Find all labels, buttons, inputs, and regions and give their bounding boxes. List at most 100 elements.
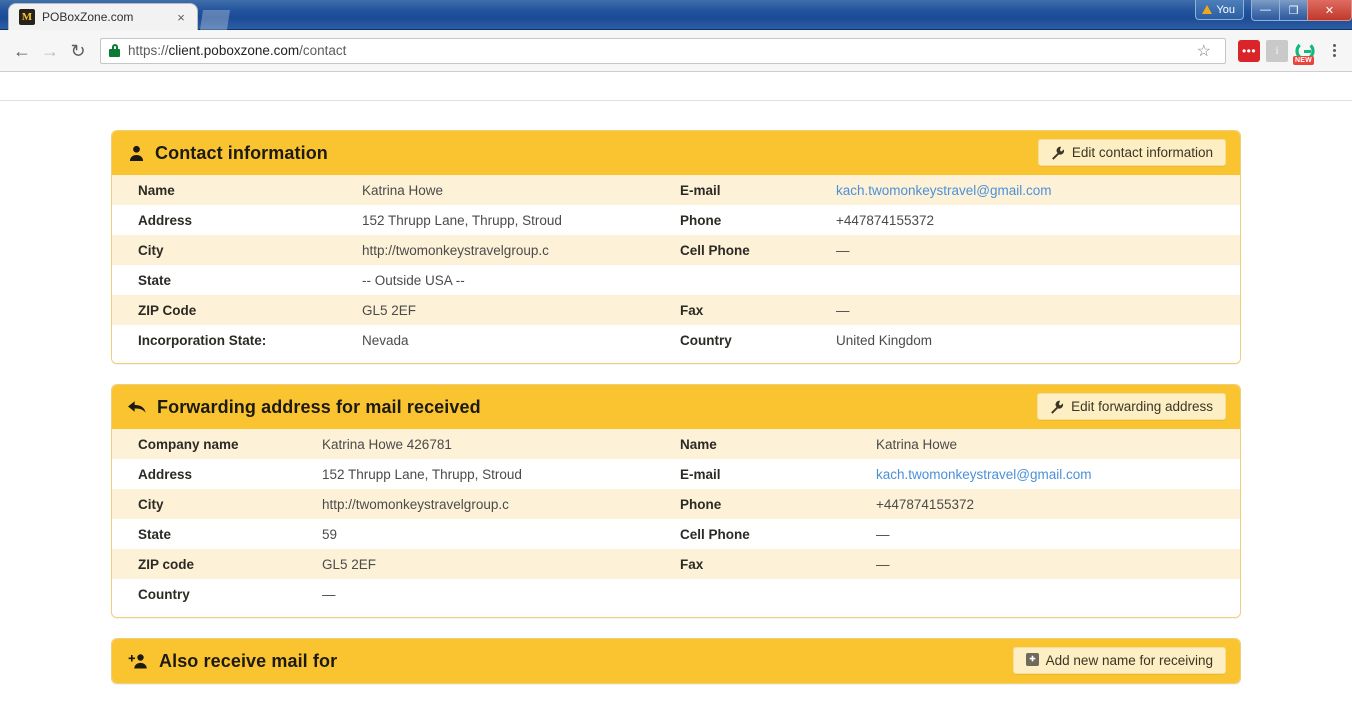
table-row — [676, 579, 1240, 609]
row-label: ZIP Code — [138, 302, 197, 318]
profile-button[interactable]: You — [1195, 0, 1244, 20]
panel-contact-information: Contact information Edit contact informa… — [111, 130, 1241, 364]
row-value: — — [876, 526, 890, 542]
table-row — [676, 265, 1240, 295]
grammarly-extension-icon[interactable]: NEW — [1293, 40, 1316, 65]
row-label: ZIP code — [138, 556, 195, 572]
page-title: Forwarding address for mail received — [157, 396, 481, 417]
row-label: Name — [680, 436, 717, 452]
new-badge: NEW — [1293, 55, 1314, 65]
page-viewport: Contact information Edit contact informa… — [0, 72, 1352, 706]
panel-forwarding-address: Forwarding address for mail received Edi… — [111, 384, 1241, 618]
wrench-icon — [1051, 146, 1065, 160]
row-label: Company name — [138, 436, 239, 452]
tab-title: POBoxZone.com — [42, 10, 134, 24]
browser-tab[interactable]: M POBoxZone.com × — [8, 3, 198, 30]
close-tab-icon[interactable]: × — [173, 9, 189, 25]
row-label: Name — [138, 182, 175, 198]
edit-forwarding-address-button[interactable]: Edit forwarding address — [1037, 393, 1226, 420]
left-column: Company name Katrina Howe 426781 Address 15… — [112, 429, 676, 609]
warning-triangle-icon — [1202, 5, 1213, 14]
table-row: Phone +447874155372 — [676, 205, 1240, 235]
window-controls: You — ❐ ✕ — [1195, 0, 1352, 22]
row-value: GL5 2EF — [322, 556, 377, 572]
user-plus-icon — [128, 653, 149, 670]
add-new-name-label: Add new name for receiving — [1045, 653, 1213, 668]
row-label: E-mail — [680, 182, 721, 198]
forward-icon: → — [41, 40, 59, 61]
page-title: Contact information — [155, 142, 328, 163]
row-value: Nevada — [362, 332, 409, 348]
row-value: http://twomonkeystravelgroup.c — [322, 496, 509, 512]
row-label: Address — [138, 212, 193, 228]
row-label: Phone — [680, 212, 722, 228]
favicon-icon: M — [19, 9, 35, 25]
row-value: Katrina Howe 426781 — [322, 436, 452, 452]
info-extension-icon[interactable]: i — [1266, 39, 1288, 62]
table-row: Name Katrina Howe — [112, 175, 676, 205]
panel-body: Name Katrina Howe Address 152 Thrupp Lane, … — [112, 175, 1240, 355]
row-value: http://twomonkeystravelgroup.c — [362, 242, 549, 258]
table-row: Phone +447874155372 — [676, 489, 1240, 519]
reload-icon[interactable]: ↻ — [64, 37, 92, 65]
panel-header: Forwarding address for mail received Edi… — [112, 385, 1240, 429]
table-row: Company name Katrina Howe 426781 — [112, 429, 676, 459]
url-path: /contact — [299, 43, 347, 58]
new-tab-button[interactable] — [200, 10, 230, 30]
row-value: 59 — [322, 526, 338, 542]
pocket-extension-icon[interactable]: ••• — [1238, 39, 1260, 62]
maximize-button[interactable]: ❐ — [1279, 0, 1308, 21]
row-label: State — [138, 272, 172, 288]
table-row: State -- Outside USA -- — [112, 265, 676, 295]
row-value: Katrina Howe — [362, 182, 444, 198]
table-row: Name Katrina Howe — [676, 429, 1240, 459]
email-link[interactable]: kach.twomonkeystravel@gmail.com — [836, 183, 1052, 198]
wrench-icon — [1050, 400, 1064, 414]
row-label: Address — [138, 466, 193, 482]
right-column: Name Katrina Howe E-mail kach.twomonkeystra… — [676, 429, 1240, 609]
row-value: 152 Thrupp Lane, Thrupp, Stroud — [362, 212, 562, 228]
row-value: — — [836, 242, 850, 258]
row-label: City — [138, 496, 164, 512]
table-row: City http://twomonkeystravelgroup.c — [112, 489, 676, 519]
address-bar[interactable]: https://client.poboxzone.com/contact ☆ — [100, 37, 1226, 64]
row-label: State — [138, 526, 172, 542]
left-column: Name Katrina Howe Address 152 Thrupp Lane, … — [112, 175, 676, 355]
edit-contact-information-button[interactable]: Edit contact information — [1037, 139, 1226, 166]
panel-footer — [112, 355, 1240, 363]
row-label: Incorporation State: — [138, 332, 267, 348]
page-content: Contact information Edit contact informa… — [111, 101, 1241, 684]
tabstrip: M POBoxZone.com × — [8, 2, 230, 30]
url-scheme: https:// — [128, 43, 169, 58]
table-row: ZIP Code GL5 2EF — [112, 295, 676, 325]
panel-header: Also receive mail for Add new name for r… — [112, 639, 1240, 683]
table-row: E-mail kach.twomonkeystravel@gmail.com — [676, 175, 1240, 205]
minimize-button[interactable]: — — [1251, 0, 1280, 21]
table-row: Country — — [112, 579, 676, 609]
table-row: State 59 — [112, 519, 676, 549]
row-label: Fax — [680, 302, 704, 318]
row-value: +447874155372 — [836, 212, 934, 228]
row-value: -- Outside USA -- — [362, 272, 465, 288]
row-value: — — [322, 586, 336, 602]
panel-header: Contact information Edit contact informa… — [112, 131, 1240, 175]
table-row: Fax — — [676, 549, 1240, 579]
edit-forwarding-address-label: Edit forwarding address — [1071, 399, 1213, 414]
table-row: Country United Kingdom — [676, 325, 1240, 355]
email-link[interactable]: kach.twomonkeystravel@gmail.com — [876, 467, 1092, 482]
table-row: City http://twomonkeystravelgroup.c — [112, 235, 676, 265]
row-label: City — [138, 242, 164, 258]
row-label: Country — [680, 332, 732, 348]
add-new-name-button[interactable]: Add new name for receiving — [1012, 647, 1226, 674]
close-window-button[interactable]: ✕ — [1307, 0, 1352, 21]
row-value: — — [836, 302, 850, 318]
chrome-menu-icon[interactable] — [1324, 44, 1344, 57]
row-label: Country — [138, 586, 190, 602]
bookmark-star-icon[interactable]: ☆ — [1197, 41, 1211, 61]
row-label: E-mail — [680, 466, 721, 482]
table-row: Incorporation State: Nevada — [112, 325, 676, 355]
row-value: 152 Thrupp Lane, Thrupp, Stroud — [322, 466, 522, 482]
browser-toolbar: ← → ↻ https://client.poboxzone.com/conta… — [0, 30, 1352, 72]
table-row: ZIP code GL5 2EF — [112, 549, 676, 579]
back-icon[interactable]: ← — [8, 37, 36, 65]
